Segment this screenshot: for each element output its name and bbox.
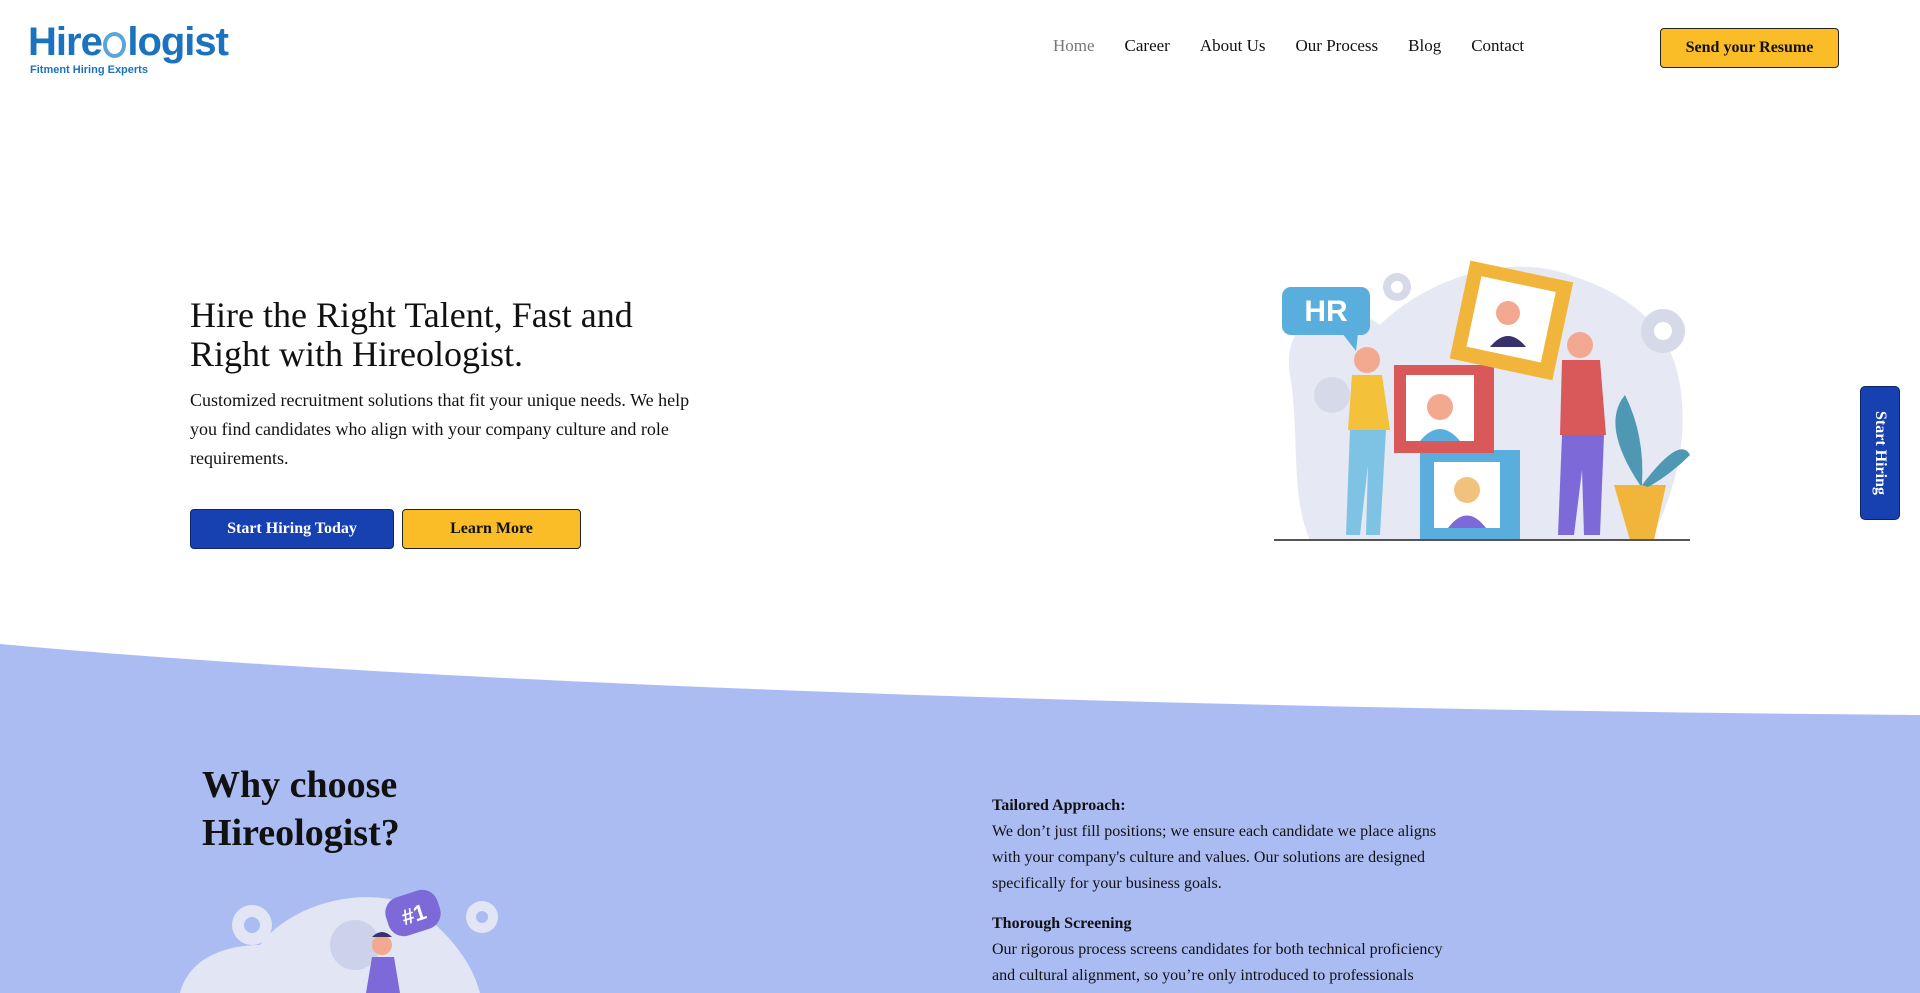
nav-career[interactable]: Career — [1125, 36, 1170, 56]
nav-home[interactable]: Home — [1053, 36, 1095, 56]
side-tab-label: Start Hiring — [1872, 411, 1889, 495]
hr-badge-text: HR — [1304, 295, 1348, 328]
magnifier-icon — [102, 32, 127, 58]
site-header: Hire logist Fitment Hiring Experts Home … — [0, 0, 1920, 96]
hero-description: Customized recruitment solutions that fi… — [190, 390, 690, 468]
feature-title: Thorough Screening — [992, 915, 1132, 932]
feature-text: We don’t just fill positions; we ensure … — [992, 823, 1437, 892]
hr-team-illustration: HR — [1274, 260, 1690, 541]
logo[interactable]: Hire logist Fitment Hiring Experts — [28, 20, 229, 78]
nav-contact[interactable]: Contact — [1471, 36, 1524, 56]
nav-blog[interactable]: Blog — [1408, 36, 1441, 56]
feature-title: Tailored Approach: — [992, 797, 1126, 814]
hero-title: Hire the Right Talent, Fast and Right wi… — [190, 295, 633, 374]
logo-tagline: Fitment Hiring Experts — [30, 64, 148, 76]
nav-our-process[interactable]: Our Process — [1296, 36, 1379, 56]
learn-more-button[interactable]: Learn More — [402, 509, 581, 549]
main-nav: Home Career About Us Our Process Blog Co… — [1053, 36, 1554, 56]
start-hiring-side-tab[interactable]: Start Hiring — [1860, 386, 1900, 520]
send-resume-button[interactable]: Send your Resume — [1660, 28, 1839, 68]
nav-about-us[interactable]: About Us — [1200, 36, 1266, 56]
logo-suffix: logist — [127, 20, 229, 64]
feature-tailored-approach: Tailored Approach: We don’t just fill po… — [992, 793, 1462, 897]
feature-text: Our rigorous process screens candidates … — [992, 941, 1443, 984]
start-hiring-today-button[interactable]: Start Hiring Today — [190, 509, 394, 549]
top-recruiter-illustration: #1 — [180, 889, 498, 993]
logo-prefix: Hire — [28, 20, 103, 64]
feature-thorough-screening: Thorough Screening Our rigorous process … — [992, 911, 1462, 989]
why-section-title: Why choose Hireologist? — [202, 764, 400, 854]
